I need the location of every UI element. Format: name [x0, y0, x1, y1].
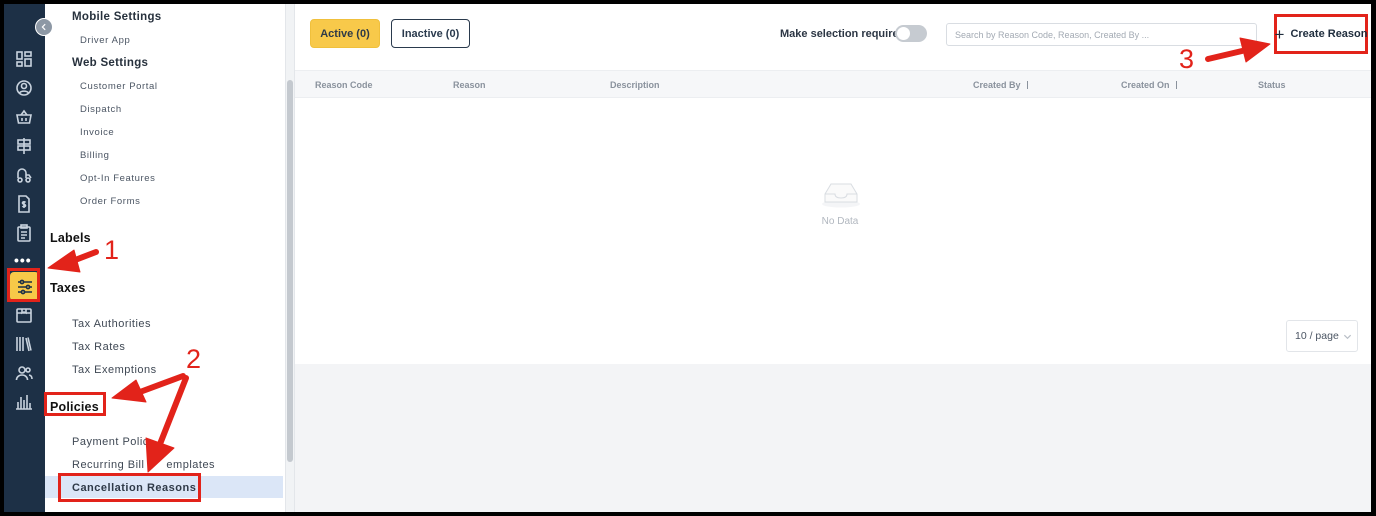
nav-item-tax-exemptions[interactable]: Tax Exemptions: [72, 364, 157, 376]
nav-item-billing[interactable]: Billing: [80, 150, 110, 161]
basket-icon[interactable]: [13, 106, 35, 128]
books-icon[interactable]: [13, 333, 35, 355]
invoice-dollar-icon[interactable]: [13, 193, 35, 215]
column-status[interactable]: Status: [1258, 80, 1286, 90]
clipboard-icon[interactable]: [13, 222, 35, 244]
annotation-step-1: 1: [104, 235, 120, 265]
nav-item-order-forms[interactable]: Order Forms: [80, 196, 140, 207]
page-size-select[interactable]: 10 / page: [1286, 320, 1358, 352]
nav-item-dispatch[interactable]: Dispatch: [80, 104, 122, 115]
nav-group-web-settings[interactable]: Web Settings: [72, 57, 148, 69]
nav-item-customer-portal[interactable]: Customer Portal: [80, 81, 158, 92]
recurring-billing-label-end: emplates: [166, 459, 216, 471]
tab-inactive[interactable]: Inactive (0): [391, 19, 470, 48]
column-reason-code[interactable]: Reason Code: [315, 80, 373, 90]
annotation-box-policies: [44, 392, 106, 416]
selection-required-toggle[interactable]: [895, 25, 927, 42]
column-description[interactable]: Description: [610, 80, 660, 90]
chevron-left-icon: [41, 23, 46, 31]
sort-icon[interactable]: [1175, 81, 1177, 89]
bar-chart-icon[interactable]: [13, 391, 35, 413]
sort-icon[interactable]: [1026, 81, 1028, 89]
nav-item-tax-rates[interactable]: Tax Rates: [72, 341, 125, 353]
users-icon[interactable]: [13, 362, 35, 384]
create-reason-button[interactable]: + Create Reason: [1274, 14, 1368, 54]
nav-scrollbar-thumb[interactable]: [287, 80, 293, 462]
annotation-step-3: 3: [1179, 44, 1195, 74]
column-created-by[interactable]: Created By: [973, 80, 1028, 90]
collapse-sidebar-button[interactable]: [35, 18, 53, 36]
icon-rail: •••: [4, 4, 45, 512]
nav-item-recurring-billing-templates[interactable]: Recurring Bill emplates: [72, 459, 215, 471]
settings-nav: Mobile Settings Driver App Web Settings …: [45, 4, 285, 512]
package-icon[interactable]: [13, 304, 35, 326]
nav-item-driver-app[interactable]: Driver App: [80, 35, 130, 46]
signpost-icon[interactable]: [13, 135, 35, 157]
chevron-down-icon: [1343, 334, 1351, 339]
app-window: ••• Mobile Settings Driver App Web Setti…: [4, 4, 1371, 512]
nav-section-labels[interactable]: Labels: [50, 231, 91, 245]
nav-group-mobile-settings[interactable]: Mobile Settings: [72, 11, 161, 23]
toggle-knob: [897, 27, 910, 40]
main-content: Active (0) Inactive (0) Make selection r…: [295, 4, 1371, 512]
create-reason-label: Create Reason: [1290, 28, 1368, 40]
empty-inbox-icon: [822, 183, 860, 208]
truck-icon[interactable]: [13, 164, 35, 186]
nav-item-tax-authorities[interactable]: Tax Authorities: [72, 318, 151, 330]
empty-state-text: No Data: [821, 216, 859, 227]
reasons-panel: Active (0) Inactive (0) Make selection r…: [295, 4, 1371, 364]
column-created-on[interactable]: Created On: [1121, 80, 1177, 90]
selection-required-label: Make selection required: [780, 28, 906, 40]
page-size-value: 10 / page: [1295, 330, 1339, 342]
nav-item-invoice[interactable]: Invoice: [80, 127, 114, 138]
nav-item-payment-policies[interactable]: Payment Polic: [72, 436, 149, 448]
annotation-box-cancellation-reasons: [58, 473, 201, 502]
recurring-billing-label-start: Recurring Bill: [72, 459, 145, 471]
search-input[interactable]: [946, 23, 1257, 46]
user-circle-icon[interactable]: [13, 77, 35, 99]
annotation-step-2: 2: [186, 344, 202, 374]
nav-item-opt-in-features[interactable]: Opt-In Features: [80, 173, 156, 184]
table-header: Reason Code Reason Description Created B…: [295, 70, 1371, 98]
annotation-box-settings: [7, 268, 40, 302]
nav-section-taxes[interactable]: Taxes: [50, 281, 86, 295]
column-reason[interactable]: Reason: [453, 80, 486, 90]
more-icon[interactable]: •••: [14, 252, 32, 268]
tab-active[interactable]: Active (0): [310, 19, 380, 48]
plus-icon: +: [1274, 24, 1285, 44]
dashboard-icon[interactable]: [13, 48, 35, 70]
